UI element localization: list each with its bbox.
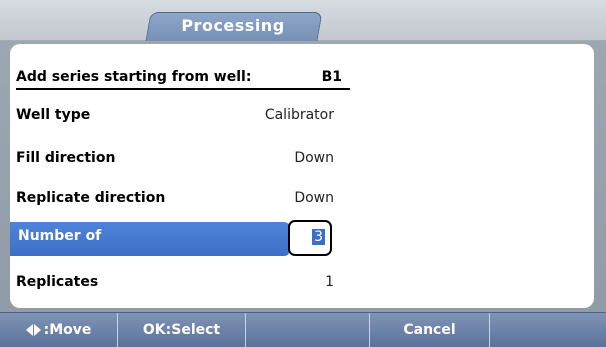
arrow-left-icon xyxy=(25,324,33,336)
well-type-value: Calibrator xyxy=(264,107,334,123)
row-replicates[interactable]: Replicates 1 xyxy=(16,271,334,293)
row-fill-direction[interactable]: Fill direction Down xyxy=(16,147,334,169)
well-type-label: Well type xyxy=(16,107,91,123)
series-header: Add series starting from well: B1 xyxy=(16,66,350,90)
arrow-right-icon xyxy=(33,324,41,336)
softkey-select-label: OK:Select xyxy=(142,322,221,338)
softkey-move[interactable]: :Move xyxy=(0,313,118,347)
series-header-label: Add series starting from well: xyxy=(16,69,252,85)
number-of-value: 3 xyxy=(312,229,325,245)
number-of-input[interactable]: 3 xyxy=(288,220,332,256)
tab-processing[interactable]: Processing xyxy=(148,12,318,40)
replicates-label: Replicates xyxy=(16,274,99,290)
softkey-blank-2[interactable] xyxy=(490,313,606,347)
softkey-cancel[interactable]: Cancel xyxy=(370,313,490,347)
number-of-label: Number of xyxy=(18,228,102,244)
softkey-bar: :Move OK:Select Cancel xyxy=(0,312,606,347)
softkey-cancel-label: Cancel xyxy=(403,322,456,338)
softkey-move-label: :Move xyxy=(43,322,92,338)
replicate-direction-value: Down xyxy=(294,190,334,206)
dialog-panel: Add series starting from well: B1 Well t… xyxy=(10,44,594,308)
fill-direction-label: Fill direction xyxy=(16,150,116,166)
tab-bar: Processing xyxy=(0,0,606,41)
replicate-direction-label: Replicate direction xyxy=(16,190,166,206)
row-well-type[interactable]: Well type Calibrator xyxy=(16,104,334,126)
replicates-value: 1 xyxy=(325,274,334,290)
series-header-well: B1 xyxy=(321,69,342,85)
fill-direction-value: Down xyxy=(294,150,334,166)
softkey-select[interactable]: OK:Select xyxy=(118,313,246,347)
softkey-blank-1[interactable] xyxy=(246,313,370,347)
row-replicate-direction[interactable]: Replicate direction Down xyxy=(16,187,334,209)
